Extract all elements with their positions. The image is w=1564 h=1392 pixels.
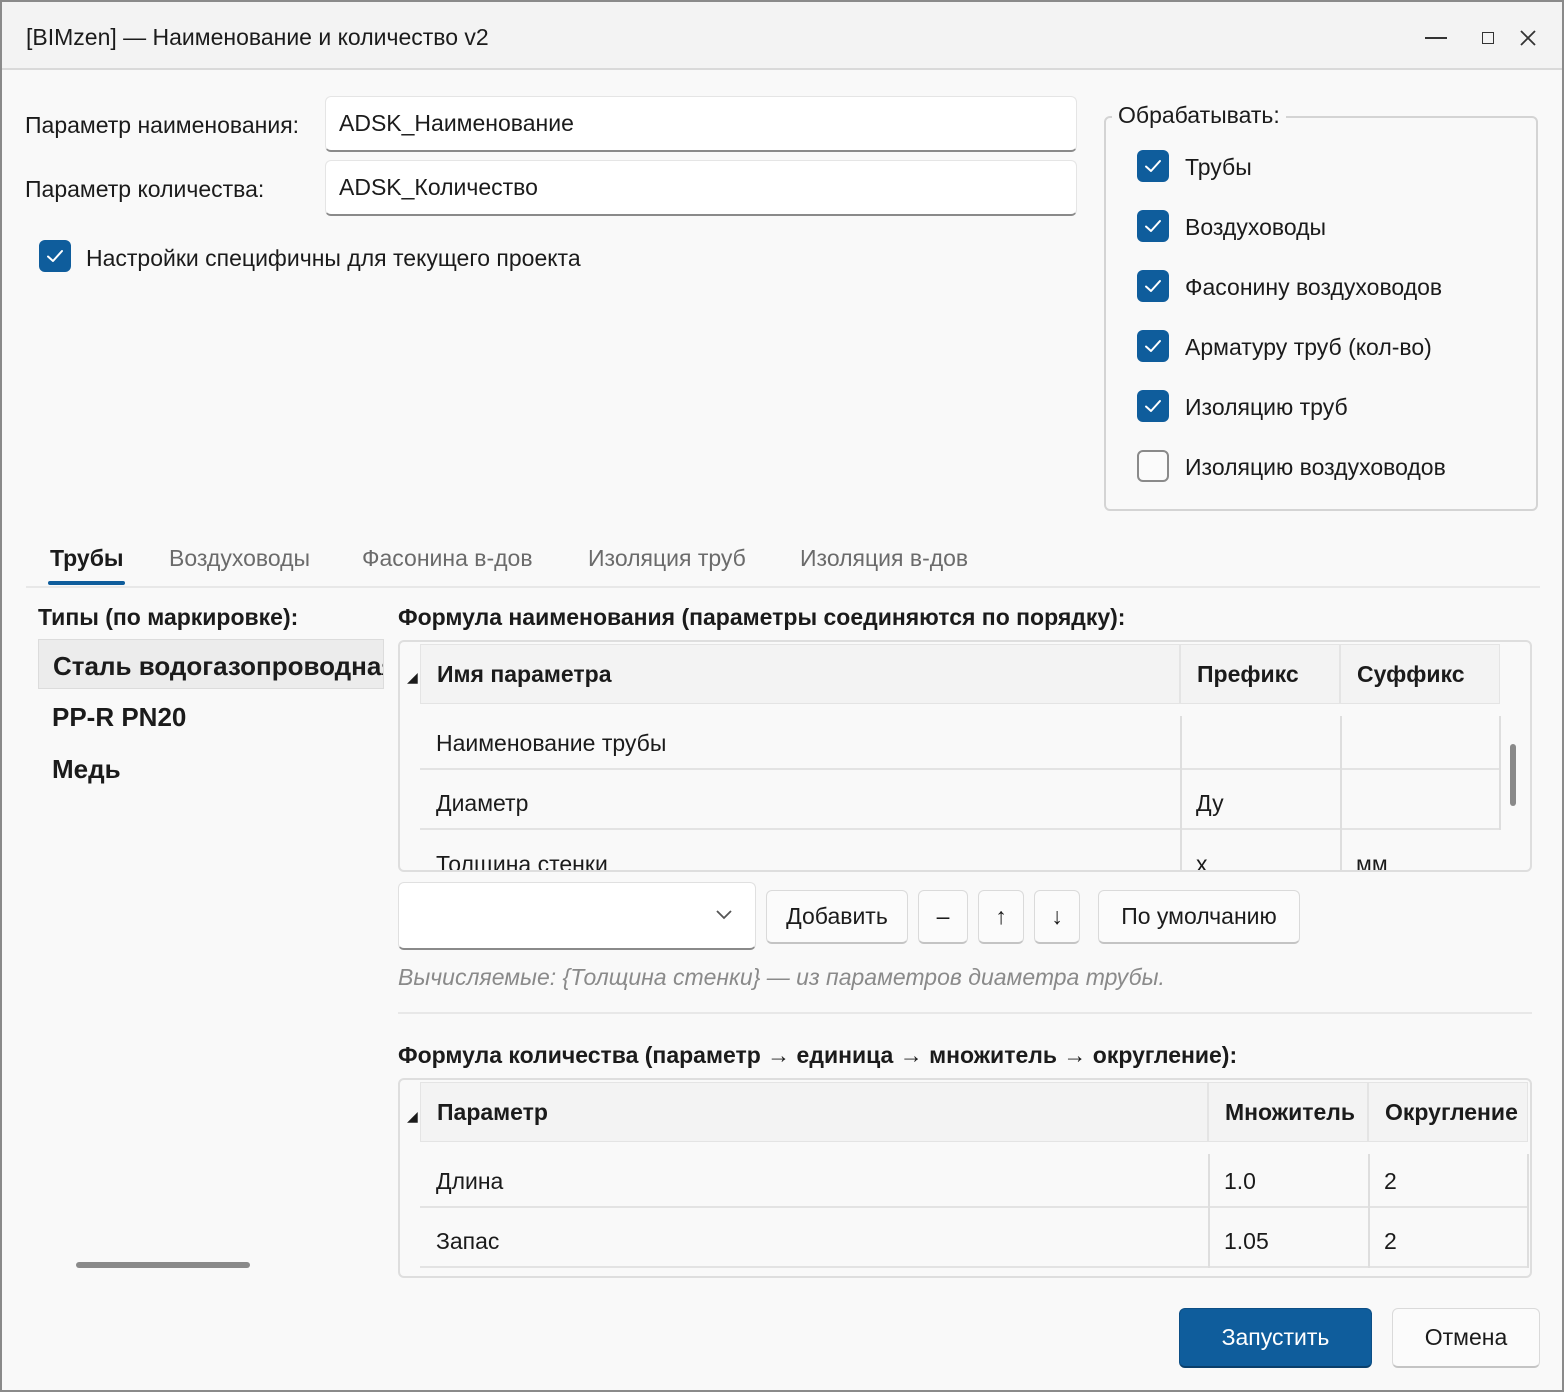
process-label-pipes: Трубы	[1185, 154, 1252, 180]
column-divider	[1180, 716, 1182, 870]
qty-grid-cell-param[interactable]: Длина	[420, 1156, 1208, 1208]
qty-param-input[interactable]	[325, 160, 1077, 216]
name-grid-cell-prefix[interactable]	[1180, 718, 1340, 770]
minimize-button[interactable]	[1408, 16, 1464, 60]
check-icon	[1145, 400, 1161, 412]
process-checkbox-pipes[interactable]	[1137, 150, 1169, 182]
name-grid-cell-prefix[interactable]: х	[1180, 838, 1340, 871]
qty-grid-cell-multiplier[interactable]: 1.05	[1208, 1216, 1368, 1268]
tab-ducts[interactable]: Воздуховоды	[169, 545, 310, 572]
process-checkbox-pipe-insulation[interactable]	[1137, 390, 1169, 422]
chevron-down-icon	[716, 910, 732, 920]
check-icon	[1145, 340, 1161, 352]
name-grid-cell-prefix[interactable]: Ду	[1180, 778, 1340, 830]
column-divider	[1499, 716, 1501, 830]
sort-triangle-icon: ◢	[407, 1108, 418, 1124]
types-title: Типы (по маркировке):	[38, 604, 299, 630]
process-label-ducts: Воздуховоды	[1185, 214, 1327, 240]
tab-pipes[interactable]: Трубы	[50, 545, 124, 572]
process-label-pipe-accessories: Арматуру труб (кол-во)	[1185, 334, 1432, 360]
type-item-copper[interactable]: Медь	[38, 743, 384, 793]
name-grid-vertical-scrollbar[interactable]	[1510, 744, 1516, 806]
qty-grid-cell-rounding[interactable]: 2	[1368, 1156, 1528, 1208]
check-icon	[1145, 220, 1161, 232]
sort-triangle-icon: ◢	[407, 669, 418, 685]
qty-param-label: Параметр количества:	[25, 176, 265, 202]
check-icon	[1145, 160, 1161, 172]
process-checkbox-ducts[interactable]	[1137, 210, 1169, 242]
cancel-button[interactable]: Отмена	[1392, 1308, 1540, 1368]
default-button[interactable]: По умолчанию	[1098, 890, 1300, 944]
name-grid-header-suffix[interactable]: Суффикс	[1340, 644, 1500, 704]
process-label-duct-fittings: Фасонину воздуховодов	[1185, 274, 1443, 300]
name-grid-cell-param[interactable]: Толщина стенки	[420, 838, 1180, 871]
dialog-window: [BIMzen] — Наименование и количество v2 …	[0, 0, 1564, 1392]
check-icon	[47, 250, 63, 262]
qty-grid-header-param[interactable]: Параметр	[420, 1082, 1208, 1142]
qty-formula-title: Формула количества (параметр → единица →…	[398, 1042, 1238, 1068]
process-checkbox-pipe-accessories[interactable]	[1137, 330, 1169, 362]
type-item-steel[interactable]: Сталь водогазопроводная	[38, 639, 384, 689]
tab-pipe-insulation[interactable]: Изоляция труб	[588, 545, 746, 572]
close-button[interactable]	[1500, 16, 1556, 60]
name-grid-header-prefix[interactable]: Префикс	[1180, 644, 1340, 704]
name-grid-cell-param[interactable]: Наименование трубы	[420, 718, 1180, 770]
types-horizontal-scrollbar[interactable]	[76, 1262, 250, 1268]
parameter-combobox[interactable]	[398, 882, 756, 950]
computed-hint: Вычисляемые: {Толщина стенки} — из парам…	[398, 964, 1165, 990]
qty-grid-cell-rounding[interactable]: 2	[1368, 1216, 1528, 1268]
tab-duct-fittings[interactable]: Фасонина в-дов	[362, 545, 533, 572]
process-label-duct-insulation: Изоляцию воздуховодов	[1185, 454, 1446, 480]
name-grid-cell-param[interactable]: Диаметр	[420, 778, 1180, 830]
process-label-pipe-insulation: Изоляцию труб	[1185, 394, 1348, 420]
maximize-icon	[1482, 32, 1494, 44]
qty-grid-cell-param[interactable]: Запас	[420, 1216, 1208, 1268]
name-grid-header-param[interactable]: Имя параметра	[420, 644, 1180, 704]
process-groupbox	[1104, 116, 1538, 511]
column-divider	[1527, 1154, 1529, 1268]
process-checkbox-duct-insulation[interactable]	[1137, 450, 1169, 482]
tab-divider	[26, 586, 1540, 588]
tab-duct-insulation[interactable]: Изоляция в-дов	[800, 545, 968, 572]
qty-grid-header-rounding[interactable]: Округление	[1368, 1082, 1528, 1142]
process-group-title: Обрабатывать:	[1112, 102, 1286, 129]
move-down-button[interactable]: ↓	[1034, 890, 1080, 944]
remove-button[interactable]: –	[918, 890, 968, 944]
column-divider	[1208, 1154, 1210, 1268]
column-divider	[1368, 1154, 1370, 1268]
run-button[interactable]: Запустить	[1179, 1308, 1372, 1368]
name-grid-clip: Толщина стенки х мм	[420, 838, 1500, 871]
name-grid-cell-suffix[interactable]	[1340, 778, 1500, 830]
name-grid-cell-suffix[interactable]	[1340, 718, 1500, 770]
process-checkbox-duct-fittings[interactable]	[1137, 270, 1169, 302]
qty-grid-header-multiplier[interactable]: Множитель	[1208, 1082, 1368, 1142]
column-divider	[1340, 716, 1342, 870]
add-button[interactable]: Добавить	[766, 890, 908, 944]
minimize-icon	[1425, 37, 1447, 39]
close-icon	[1520, 30, 1536, 46]
type-item-ppr[interactable]: PP-R PN20	[38, 691, 384, 741]
name-param-label: Параметр наименования:	[25, 112, 300, 138]
name-param-input[interactable]	[325, 96, 1077, 152]
project-specific-label: Настройки специфичны для текущего проект…	[86, 245, 581, 271]
active-tab-indicator	[48, 581, 125, 585]
section-divider	[398, 1012, 1532, 1014]
name-grid-cell-suffix[interactable]: мм	[1340, 838, 1500, 871]
name-formula-title: Формула наименования (параметры соединяю…	[398, 604, 1126, 630]
move-up-button[interactable]: ↑	[978, 890, 1024, 944]
check-icon	[1145, 280, 1161, 292]
window-title: [BIMzen] — Наименование и количество v2	[26, 24, 489, 50]
project-specific-checkbox[interactable]	[39, 240, 71, 272]
title-bar: [BIMzen] — Наименование и количество v2	[2, 2, 1562, 70]
qty-grid-cell-multiplier[interactable]: 1.0	[1208, 1156, 1368, 1208]
